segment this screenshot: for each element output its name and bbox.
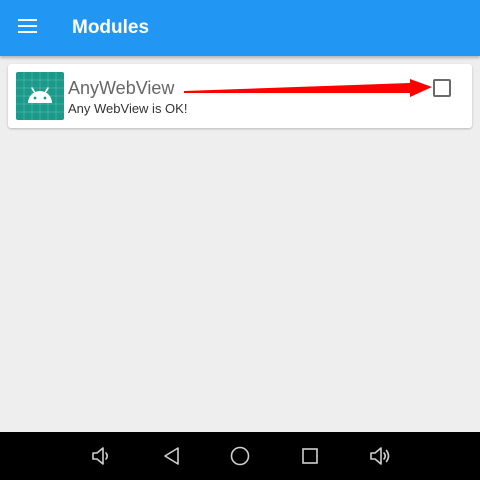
android-robot-icon xyxy=(16,72,64,120)
app-bar: Modules xyxy=(0,0,480,56)
module-enable-checkbox[interactable] xyxy=(433,79,451,97)
system-nav-bar xyxy=(0,432,480,480)
volume-up-icon[interactable] xyxy=(368,444,392,468)
volume-down-icon[interactable] xyxy=(90,444,114,468)
module-card[interactable]: AnyWebView Any WebView is OK! xyxy=(8,64,472,128)
home-icon[interactable] xyxy=(228,444,252,468)
module-name: AnyWebView xyxy=(68,78,175,98)
back-icon[interactable] xyxy=(160,444,184,468)
hamburger-menu-icon[interactable] xyxy=(18,19,38,35)
recents-icon[interactable] xyxy=(298,444,322,468)
page-title: Modules xyxy=(72,17,150,38)
module-description: Any WebView is OK! xyxy=(68,101,188,116)
